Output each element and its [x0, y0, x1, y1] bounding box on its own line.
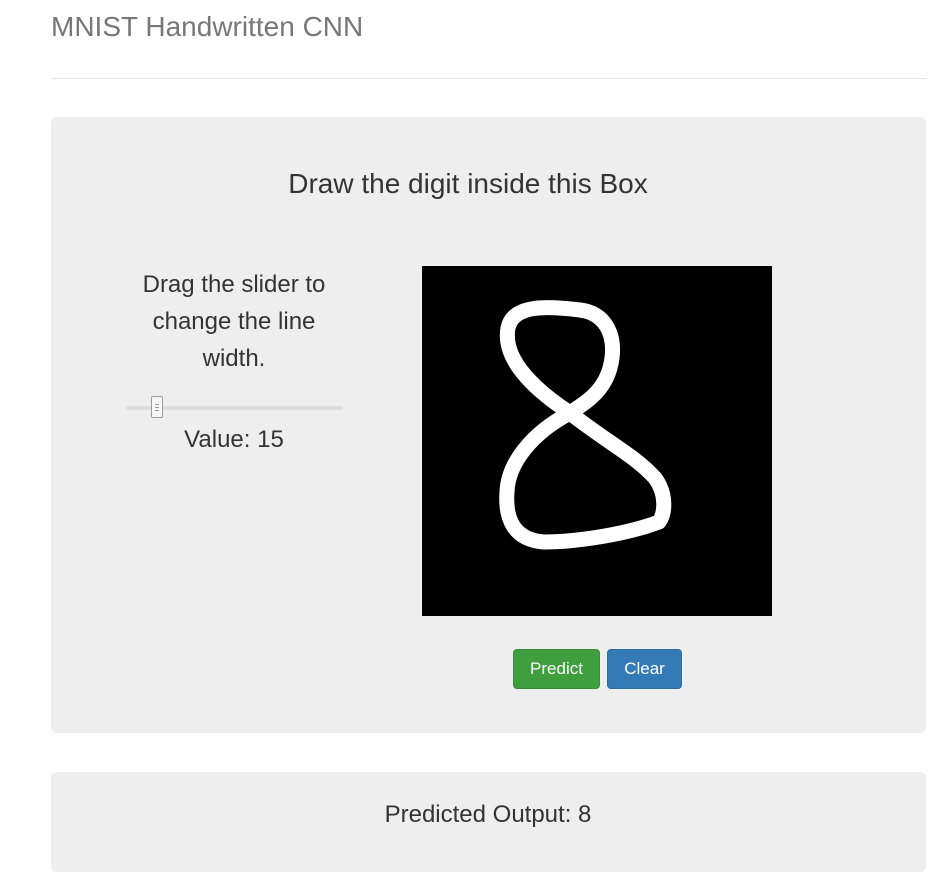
slider-thumb[interactable]	[151, 396, 163, 418]
predicted-output: Predicted Output: 8	[384, 801, 592, 828]
drawing-canvas[interactable]	[422, 266, 772, 616]
digit-eight-stroke	[499, 300, 672, 550]
page-title: MNIST Handwritten CNN	[51, 11, 364, 42]
grip-line	[155, 407, 159, 408]
clear-button[interactable]: Clear	[607, 649, 682, 689]
slider-instruction: Drag the slider to change the line width…	[142, 271, 326, 372]
grip-line	[155, 410, 159, 411]
slider-value-label: Value: 15	[184, 426, 284, 453]
drawing-heading: Draw the digit inside this Box	[288, 168, 648, 199]
predict-button[interactable]: Predict	[513, 649, 600, 689]
line-width-slider[interactable]	[126, 396, 343, 420]
header-divider	[51, 78, 926, 79]
grip-line	[155, 404, 159, 405]
